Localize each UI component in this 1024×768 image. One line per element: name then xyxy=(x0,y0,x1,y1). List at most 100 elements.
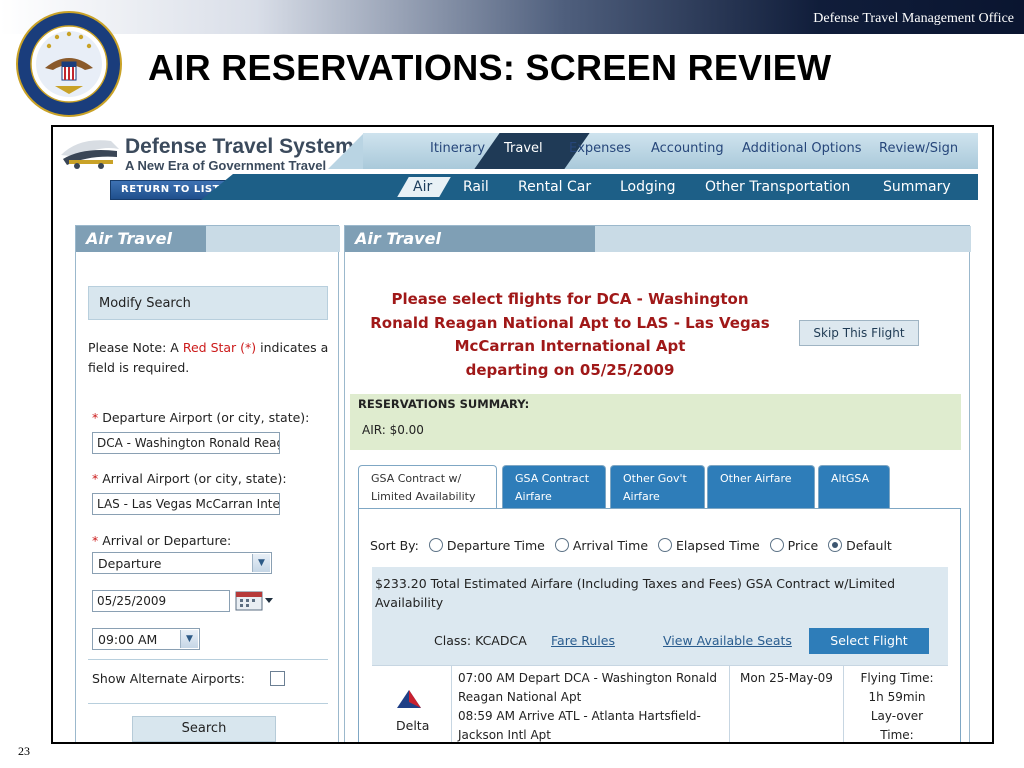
alternate-airports-checkbox[interactable] xyxy=(270,671,285,686)
arrival-airport-input[interactable]: LAS - Las Vegas McCarran International A… xyxy=(92,493,280,515)
tab-travel[interactable]: Travel xyxy=(504,141,543,156)
prompt-line: departing on 05/25/2009 xyxy=(465,360,675,379)
prompt-line: Ronald Reagan National Apt to LAS - Las … xyxy=(370,313,770,332)
tab-rental-car[interactable]: Rental Car xyxy=(518,179,591,195)
show-alternate-airports-label: Show Alternate Airports: xyxy=(92,671,245,686)
column-divider xyxy=(843,665,844,742)
flight-depart-line1: 07:00 AM Depart DCA - Washington Ronald xyxy=(458,671,717,685)
prompt-line: Please select flights for DCA - Washingt… xyxy=(391,290,749,308)
arrdep-value: Departure xyxy=(98,556,162,571)
flight-arrive-line2: Jackson Intl Apt xyxy=(458,728,551,742)
tab-other-transportation[interactable]: Other Transportation xyxy=(705,179,850,195)
tab-other-govt-airfare[interactable]: Other Gov't Airfare xyxy=(610,465,705,509)
field-divider xyxy=(88,659,328,660)
select-flight-button[interactable]: Select Flight xyxy=(809,628,929,654)
departure-date-input[interactable]: 05/25/2009 xyxy=(92,590,230,612)
note-text-start: Please Note: A xyxy=(88,340,183,355)
search-button[interactable]: Search xyxy=(132,716,276,742)
tab-gsa-contract-airfare[interactable]: GSA Contract Airfare xyxy=(502,465,606,509)
chevron-down-icon[interactable]: ▼ xyxy=(252,554,270,572)
fare-rules-link[interactable]: Fare Rules xyxy=(551,633,615,648)
tab-additional-options[interactable]: Additional Options xyxy=(742,141,862,156)
fare-summary-text: $233.20 Total Estimated Airfare (Includi… xyxy=(375,576,896,610)
office-name: Defense Travel Management Office xyxy=(813,11,1014,26)
sort-by-label: Sort By: xyxy=(370,538,419,553)
column-divider xyxy=(729,665,730,742)
column-divider xyxy=(451,665,452,742)
sort-departure-time[interactable]: Departure Time xyxy=(447,538,545,553)
field-divider xyxy=(88,703,328,704)
tab-other-airfare[interactable]: Other Airfare xyxy=(707,465,815,509)
sort-default[interactable]: Default xyxy=(846,538,892,553)
prompt-line: McCarran International Apt xyxy=(454,337,686,355)
summary-title: RESERVATIONS SUMMARY: xyxy=(358,397,530,411)
tab-air[interactable]: Air xyxy=(413,179,432,195)
arrival-airport-label: * Arrival Airport (or city, state): xyxy=(92,471,287,486)
calendar-icon[interactable] xyxy=(235,590,275,612)
departure-time-select[interactable]: 09:00 AM ▼ xyxy=(92,628,200,650)
skip-this-flight-button[interactable]: Skip This Flight xyxy=(799,320,919,346)
tab-accounting[interactable]: Accounting xyxy=(651,141,724,156)
flying-time-label: Flying Time: xyxy=(860,671,934,685)
arrival-or-departure-label: * Arrival or Departure: xyxy=(92,533,231,548)
slide-title: AIR RESERVATIONS: SCREEN REVIEW xyxy=(148,47,832,88)
panel-heading-tail xyxy=(206,226,340,252)
sort-elapsed-time[interactable]: Elapsed Time xyxy=(676,538,760,553)
tab-altgsa[interactable]: AltGSA xyxy=(818,465,890,509)
required-star: * xyxy=(92,471,99,486)
tab-line: Other Gov't xyxy=(623,472,687,485)
view-available-seats-link[interactable]: View Available Seats xyxy=(663,633,792,648)
flight-date: Mon 25-May-09 xyxy=(740,671,833,685)
note-red-star: Red Star (*) xyxy=(182,340,257,355)
dts-title: Defense Travel System xyxy=(125,135,354,158)
radio-icon[interactable] xyxy=(828,538,843,552)
tab-expenses[interactable]: Expenses xyxy=(569,141,631,156)
tab-lodging[interactable]: Lodging xyxy=(620,179,676,195)
tab-rail[interactable]: Rail xyxy=(463,179,489,195)
departure-airport-label: * Departure Airport (or city, state): xyxy=(92,410,309,425)
tab-gsa-contract-limited[interactable]: GSA Contract w/ Limited Availability xyxy=(358,465,497,509)
required-star: * xyxy=(92,533,99,548)
tab-line: GSA Contract w/ xyxy=(371,472,462,485)
arrival-or-departure-select[interactable]: Departure ▼ xyxy=(92,552,272,574)
tab-line: AltGSA xyxy=(831,472,870,485)
airline-name: Delta xyxy=(396,718,430,733)
page-number: 23 xyxy=(18,744,30,758)
tab-itinerary[interactable]: Itinerary xyxy=(430,141,485,156)
tab-line: GSA Contract xyxy=(515,472,590,485)
chevron-down-icon[interactable]: ▼ xyxy=(180,630,198,648)
tab-review-sign[interactable]: Review/Sign xyxy=(879,141,958,156)
layover-label: Lay-over xyxy=(870,709,924,723)
secondary-tabs-edge xyxy=(201,174,233,200)
sort-arrival-time[interactable]: Arrival Time xyxy=(573,538,648,553)
radio-icon[interactable] xyxy=(658,538,673,552)
time-value: 09:00 AM xyxy=(98,632,158,647)
summary-air-total: AIR: $0.00 xyxy=(362,423,424,437)
tab-line: Airfare xyxy=(515,490,552,503)
departure-airport-input[interactable]: DCA - Washington Ronald Reagan National … xyxy=(92,432,280,454)
required-note: Please Note: A Red Star (*) indicates a … xyxy=(88,338,333,378)
radio-icon[interactable] xyxy=(428,538,443,552)
fare-class: Class: KCADCA xyxy=(434,633,527,648)
tab-line: Airfare xyxy=(623,490,660,503)
panel-heading-tail xyxy=(595,226,971,252)
primary-tabs-edge xyxy=(328,133,364,169)
secondary-tab-bar xyxy=(233,174,978,200)
sort-price[interactable]: Price xyxy=(788,538,819,553)
screenshot-frame: Defense Travel System A New Era of Gover… xyxy=(51,125,994,744)
flight-depart-line2: Reagan National Apt xyxy=(458,690,582,704)
dts-logo-icon xyxy=(61,140,119,169)
flight-selection-prompt: Please select flights for DCA - Washingt… xyxy=(355,288,785,382)
reservations-summary: RESERVATIONS SUMMARY: AIR: $0.00 xyxy=(350,394,961,450)
layover-time-label: Time: xyxy=(880,728,914,742)
tab-line: Limited Availability xyxy=(371,490,476,503)
radio-icon[interactable] xyxy=(554,538,569,552)
flight-arrive-line1: 08:59 AM Arrive ATL - Atlanta Hartsfield… xyxy=(458,709,701,723)
flying-time-value: 1h 59min xyxy=(868,690,926,704)
radio-icon[interactable] xyxy=(769,538,784,552)
slide-header-bar: Defense Travel Management Office xyxy=(0,0,1024,34)
dts-screen: Defense Travel System A New Era of Gover… xyxy=(53,127,992,742)
tab-line: Other Airfare xyxy=(720,472,792,485)
tab-summary[interactable]: Summary xyxy=(883,179,951,195)
arrdep-label-text: Arrival or Departure: xyxy=(102,533,232,548)
